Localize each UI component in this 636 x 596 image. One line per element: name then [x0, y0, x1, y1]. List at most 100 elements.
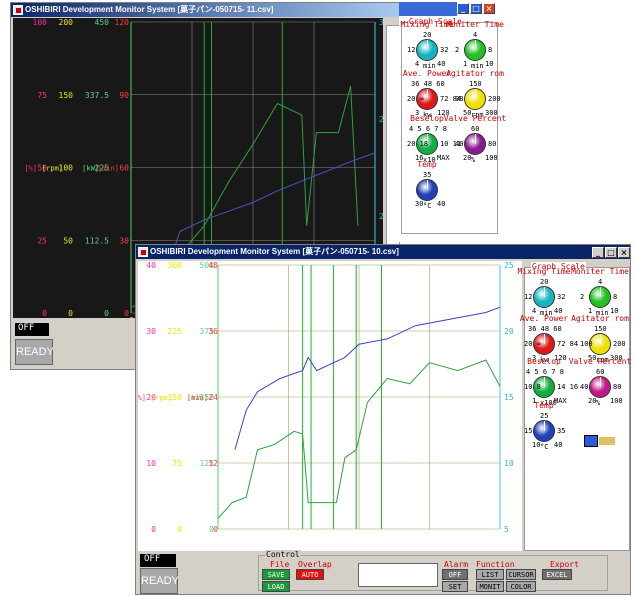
dial-scale-label: 4 [415, 60, 420, 68]
dial-scale-label: 200 [488, 95, 501, 103]
dial-scale-label: 14 16 [557, 383, 579, 391]
dial-scale-label: 40 [437, 200, 446, 208]
front-chart: 4030201003002251507505003752501250483624… [138, 261, 514, 534]
load-button[interactable]: LOAD [262, 581, 290, 592]
series-line [234, 306, 501, 450]
dial-scale-label: 20 [423, 31, 432, 39]
dial-scale-label: 4 [598, 278, 603, 286]
y-tick-label: 0 [42, 309, 47, 318]
right-tick-label: 15 [504, 393, 514, 402]
cursor-button[interactable]: CURSOR [506, 569, 536, 580]
dial-scale-label: 20 ∞ [407, 95, 424, 103]
dial-scale-label: 36 48 60 [528, 325, 562, 333]
right-tick-label: 25 [379, 115, 383, 124]
excel-button[interactable]: EXCEL [542, 569, 572, 580]
x-tick-label: 0 [129, 316, 134, 318]
alarm-label: Alarm [444, 560, 469, 569]
dial-scale-label: °C [423, 202, 432, 210]
knob-label: Temp [534, 401, 554, 410]
dial-pointer [427, 40, 428, 50]
y-tick-label: 24 [208, 393, 218, 402]
dial-scale-label: 80 [488, 140, 497, 148]
knob-label: Beselop [527, 357, 561, 366]
dial-pointer [600, 287, 601, 297]
dial-scale-label: 150 [594, 325, 607, 333]
dial-scale-label: 35 [423, 171, 432, 179]
app-logo-icon [138, 247, 148, 257]
control-legend: Control [265, 550, 301, 559]
knob-label: Valve Percent [568, 357, 632, 366]
dial-scale-label: 20 [540, 278, 549, 286]
front-ready-button[interactable]: READY [140, 568, 179, 594]
back-max-button[interactable]: □ [470, 3, 482, 14]
dial-scale-label: 35 [557, 427, 566, 435]
dial-scale-label: 150 [469, 80, 482, 88]
y-tick-label: 12 [208, 459, 218, 468]
front-min-button[interactable]: _ [592, 247, 604, 258]
dial-pointer [600, 377, 601, 387]
y-tick-label: 10 [146, 459, 156, 468]
dial-scale-label: °C [540, 443, 549, 451]
dial-scale-label: 2 [580, 293, 585, 301]
dial-scale-label: MAX [554, 397, 567, 405]
message-box [358, 563, 438, 587]
y-tick-label: 120 [115, 18, 130, 27]
dial-scale-label: 20 18 [407, 140, 429, 148]
y-tick-label: 0 [151, 525, 156, 534]
right-tick-label: 10 [504, 459, 514, 468]
y-tick-label: 0 [177, 525, 182, 534]
dial-scale-label: MAX [437, 154, 450, 162]
save-button[interactable]: SAVE [262, 569, 290, 580]
front-max-button[interactable]: □ [605, 247, 617, 258]
color-button[interactable]: COLOR [506, 581, 536, 592]
list-button[interactable]: LIST [476, 569, 504, 580]
y-tick-label: 100 [33, 18, 48, 27]
back-close-button[interactable]: × [483, 3, 495, 14]
alarm-set-button[interactable]: SET [442, 581, 468, 592]
unit-label: [kW] [82, 165, 99, 173]
back-min-button[interactable]: _ [457, 3, 469, 14]
dial-scale-label: 20 ∞ [524, 340, 541, 348]
front-close-button[interactable]: × [618, 247, 630, 258]
dial-pointer [427, 180, 428, 190]
right-tick-label: 20 [504, 327, 514, 336]
back-status-off: OFF [15, 323, 49, 336]
auto-button[interactable]: AUTO [296, 569, 324, 580]
back-title-bar: OSHIBIRI Development Monitor System [菓子パ… [11, 3, 399, 17]
y-tick-label: 450 [95, 18, 110, 27]
dial-scale-label: 40 [437, 60, 446, 68]
dial-scale-label: 25 [540, 412, 549, 420]
front-window-title: OSHIBIRI Development Monitor System [菓子パ… [150, 247, 399, 256]
y-tick-label: 300 [168, 261, 183, 270]
dial-scale-label: 80 [613, 383, 622, 391]
back-ready-button[interactable]: READY [15, 339, 54, 365]
dial-scale-label: 8 [613, 293, 618, 301]
y-tick-label: 40 [146, 261, 156, 270]
dial-scale-label: 4 5 6 7 8 [409, 125, 447, 133]
unit-label: [min] [98, 165, 119, 173]
y-tick-label: 225 [168, 327, 183, 336]
right-tick-label: 5 [504, 525, 509, 534]
dial-pointer [427, 89, 428, 99]
dial-scale-label: 32 [557, 293, 566, 301]
front-window: OSHIBIRI Development Monitor System [菓子パ… [135, 244, 631, 595]
y-tick-label: 75 [37, 91, 47, 100]
dial-pointer [544, 421, 545, 431]
knob-label: Mixing Time [517, 267, 571, 276]
dial-pointer [600, 334, 601, 344]
dial-pointer [544, 287, 545, 297]
y-tick-label: 337.5 [85, 91, 109, 100]
dial-scale-label: 100 [580, 340, 593, 348]
dial-scale-label: 4 [473, 31, 478, 39]
right-tick-label: 25 [504, 261, 514, 270]
monit-button[interactable]: MONIT [476, 581, 504, 592]
knob-label: Beselop [410, 114, 444, 123]
unit-label: [%] [24, 165, 37, 173]
front-title-bar: OSHIBIRI Development Monitor System [菓子パ… [136, 245, 630, 259]
dial-scale-label: 10 8 [524, 383, 541, 391]
y-tick-label: 0 [104, 309, 109, 318]
y-tick-label: 50 [63, 236, 73, 245]
alarm-off-button[interactable]: OFF [442, 569, 468, 580]
y-tick-label: 90 [119, 91, 129, 100]
dial-scale-label: 200 [613, 340, 626, 348]
